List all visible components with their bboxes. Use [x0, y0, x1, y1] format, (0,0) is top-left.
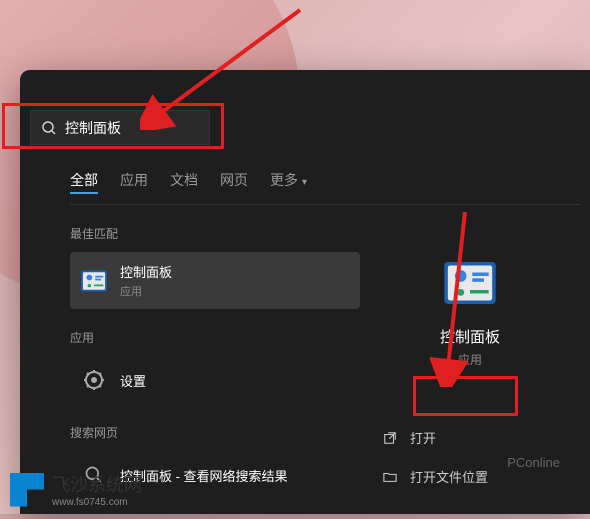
- action-label: 打开: [410, 428, 436, 447]
- result-control-panel[interactable]: 控制面板 应用: [70, 252, 360, 309]
- watermark-feisha: 飞沙系统网 www.fs0745.com: [10, 471, 142, 508]
- tab-all[interactable]: 全部: [70, 170, 98, 194]
- section-best-match-label: 最佳匹配: [70, 225, 360, 242]
- start-search-panel: 全部 应用 文档 网页 更多▾ 最佳匹配: [20, 70, 590, 514]
- tab-more[interactable]: 更多▾: [270, 170, 307, 194]
- tab-apps[interactable]: 应用: [120, 170, 148, 194]
- section-websearch-label: 搜索网页: [70, 424, 360, 441]
- watermark-text: 飞沙系统网: [52, 471, 142, 497]
- watermark-logo-icon: [10, 473, 44, 507]
- detail-subtitle: 应用: [370, 351, 570, 368]
- control-panel-icon: [80, 267, 108, 295]
- result-subtitle: 应用: [120, 283, 172, 299]
- section-apps-label: 应用: [70, 329, 360, 346]
- result-title: 控制面板: [120, 262, 172, 281]
- gear-icon: [80, 366, 108, 394]
- watermark-url: www.fs0745.com: [52, 497, 142, 508]
- search-input[interactable]: [65, 120, 246, 136]
- action-open[interactable]: 打开: [370, 418, 570, 457]
- result-title: 设置: [120, 371, 146, 390]
- detail-title: 控制面板: [370, 326, 570, 347]
- tab-documents[interactable]: 文档: [170, 170, 198, 194]
- result-title: 控制面板 - 查看网络搜索结果: [120, 466, 288, 485]
- open-icon: [382, 430, 398, 446]
- folder-icon: [382, 469, 398, 485]
- search-bar[interactable]: [30, 110, 210, 145]
- control-panel-icon: [442, 255, 498, 311]
- detail-panel: 控制面板 应用 打开 打开文件位置: [360, 225, 590, 519]
- action-label: 打开文件位置: [410, 467, 488, 486]
- tab-web[interactable]: 网页: [220, 170, 248, 194]
- result-settings[interactable]: 设置: [70, 356, 360, 404]
- chevron-down-icon: ▾: [302, 177, 307, 188]
- search-icon: [41, 120, 57, 136]
- filter-tabs: 全部 应用 文档 网页 更多▾: [70, 170, 580, 205]
- watermark-pconline: PConline: [507, 455, 560, 470]
